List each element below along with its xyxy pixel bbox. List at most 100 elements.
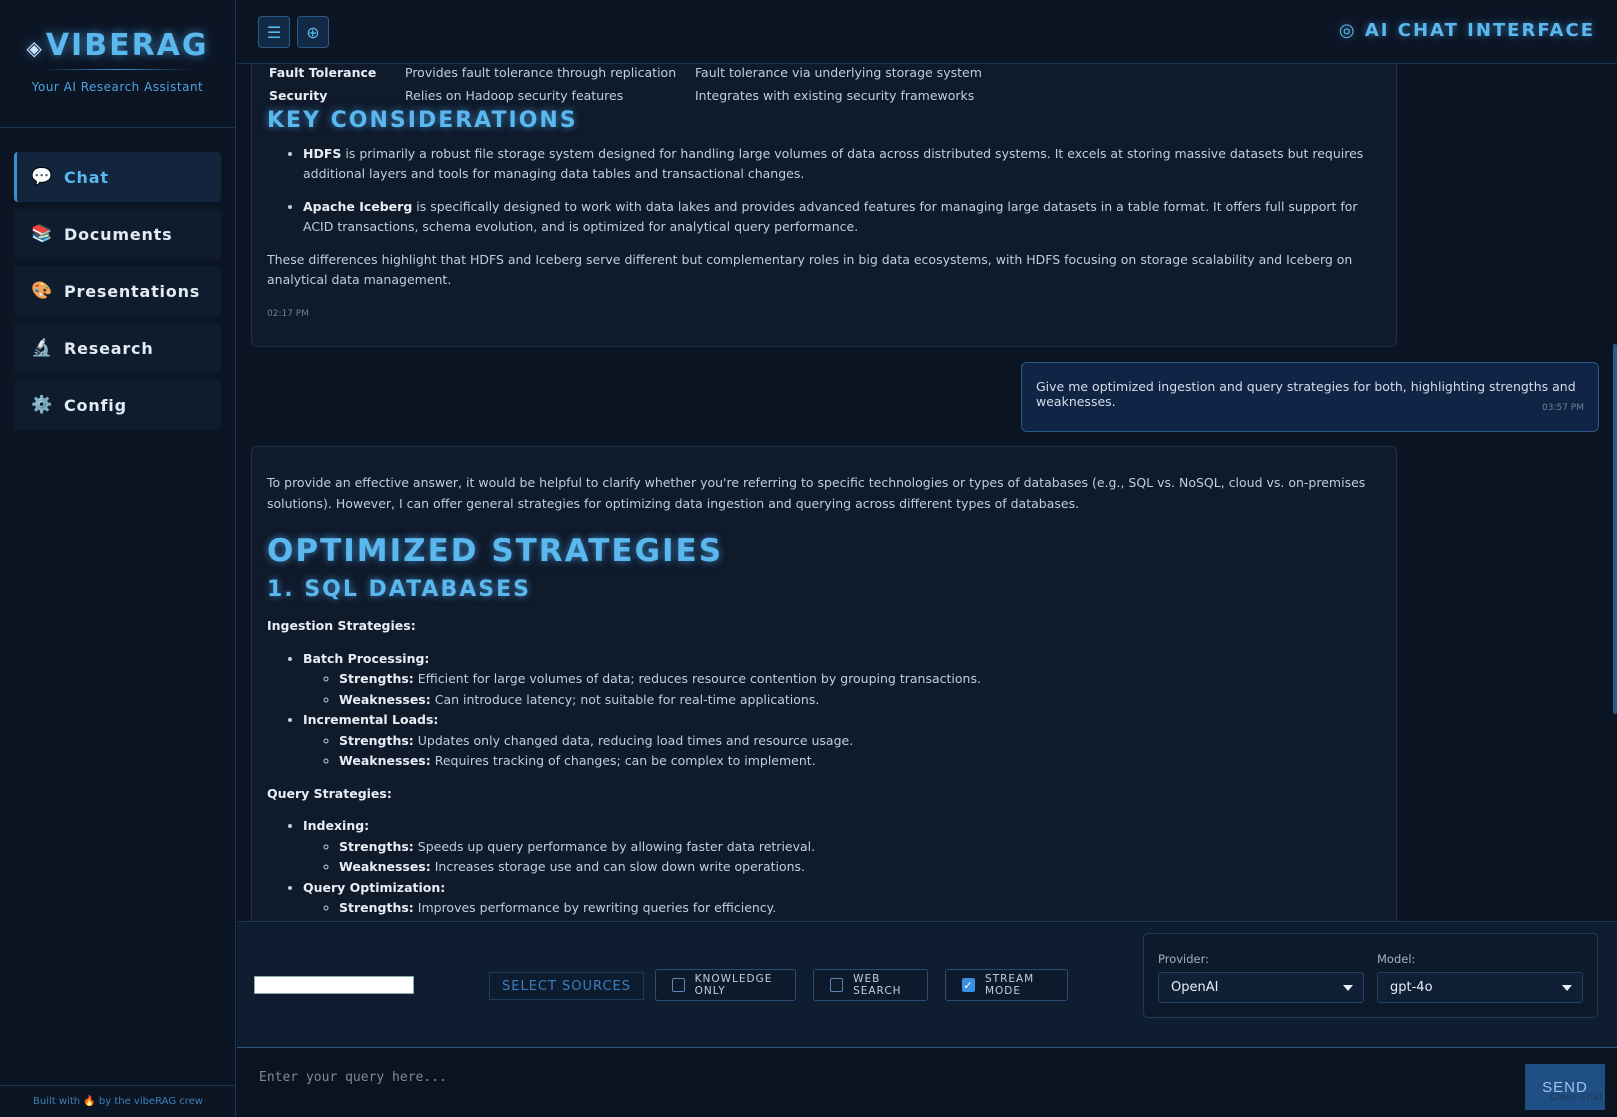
query-title: Query Strategies:	[267, 785, 392, 801]
chevron-down-icon	[1562, 985, 1572, 991]
bullet-list: Indexing: Strengths: Speeds up query per…	[267, 816, 1381, 919]
brand-name: VIBERAG	[45, 28, 209, 63]
bullet-list: HDFS is primarily a robust file storage …	[267, 144, 1381, 238]
sidebar-item-research[interactable]: 🔬 Research	[14, 323, 221, 373]
list-item: Apache Iceberg is specifically designed …	[303, 197, 1381, 238]
books-icon: 📚	[31, 224, 53, 244]
list-item: Query Optimization: Strengths: Improves …	[303, 878, 1381, 919]
list-item-text: Can introduce latency; not suitable for …	[434, 691, 820, 707]
table-cell: Fault Tolerance	[269, 65, 377, 81]
gear-icon: ⚙️	[31, 395, 53, 415]
list-item: Weaknesses: Requires tracking of changes…	[339, 751, 1381, 772]
list-item-text: Requires tracking of changes; can be com…	[434, 753, 816, 768]
intro-paragraph: To provide an effective answer, it would…	[267, 475, 1366, 511]
plus-circle-icon: ⊕	[306, 22, 320, 42]
list-item-strong: Apache Iceberg	[303, 198, 413, 214]
table-cell: Relies on Hadoop security features	[405, 88, 624, 104]
brand-divider	[42, 69, 193, 70]
sidebar-item-presentations[interactable]: 🎨 Presentations	[14, 266, 221, 316]
toggle-label: KNOWLEDGE ONLY	[694, 973, 773, 997]
table-row: Security Relies on Hadoop security featu…	[267, 85, 1381, 108]
table-row: Fault Tolerance Provides fault tolerance…	[267, 64, 1381, 85]
toggle-label: WEB SEARCH	[853, 973, 902, 997]
sidebar-item-documents[interactable]: 📚 Documents	[14, 209, 221, 259]
brand-subtitle: Your AI Research Assistant	[31, 80, 204, 94]
list-item-text: Improves performance by rewriting querie…	[417, 900, 777, 915]
table-cell: Security	[269, 88, 328, 104]
sub-list: Strengths: Speeds up query performance b…	[303, 837, 1381, 878]
summary-paragraph: These differences highlight that HDFS an…	[267, 251, 1353, 288]
checkbox-icon	[830, 978, 844, 992]
sidebar-item-chat[interactable]: 💬 Chat	[14, 152, 221, 202]
sidebar-nav: 💬 Chat 📚 Documents 🎨 Presentations 🔬 Res…	[0, 128, 235, 430]
web-search-toggle[interactable]: WEB SEARCH	[813, 969, 928, 1001]
new-chat-button[interactable]: ⊕	[297, 16, 329, 48]
strengths-label: Strengths:	[339, 671, 414, 686]
chevron-down-icon	[1343, 985, 1353, 991]
list-item: Strengths: Updates only changed data, re…	[339, 731, 1381, 752]
top-bar: ☰ ⊕ ◎ AI CHAT INTERFACE	[237, 0, 1617, 64]
clear-chat-button[interactable]: Clear Chat	[1550, 1092, 1603, 1103]
weaknesses-label: Weaknesses:	[339, 859, 431, 874]
list-item: Indexing: Strengths: Speeds up query per…	[303, 816, 1381, 878]
checkbox-icon	[672, 978, 685, 992]
section-heading: OPTIMIZED STRATEGIES	[267, 533, 724, 569]
brand-logo: ◈VIBERAG	[0, 28, 235, 63]
input-bar: SEND Clear Chat	[237, 1047, 1617, 1117]
list-item: Weaknesses: Can introduce latency; not s…	[339, 690, 1381, 711]
table-cell: Fault tolerance via underlying storage s…	[695, 65, 982, 81]
brand: ◈VIBERAG Your AI Research Assistant	[0, 0, 235, 128]
section-heading: KEY CONSIDERATIONS	[267, 108, 578, 133]
model-label: Model:	[1377, 952, 1416, 966]
user-message: Give me optimized ingestion and query st…	[1021, 362, 1599, 432]
knowledge-only-toggle[interactable]: KNOWLEDGE ONLY	[655, 969, 796, 1001]
microscope-icon: 🔬	[31, 338, 53, 358]
sidebar-item-config[interactable]: ⚙️ Config	[14, 380, 221, 430]
list-item-strong: Batch Processing:	[303, 650, 430, 666]
layers-icon: ◈	[26, 36, 44, 60]
list-item-text: Increases storage use and can slow down …	[434, 859, 806, 874]
provider-value: OpenAI	[1171, 980, 1219, 995]
provider-select[interactable]: OpenAI	[1158, 972, 1364, 1003]
bullet-list: Batch Processing: Strengths: Efficient f…	[267, 649, 1381, 772]
subsection-heading: 1. SQL DATABASES	[267, 577, 531, 602]
page-title-text: AI CHAT INTERFACE	[1364, 20, 1595, 41]
source-selector-box[interactable]	[254, 976, 414, 994]
target-icon: ◎	[1338, 20, 1365, 41]
chat-bubble-icon: 💬	[31, 167, 53, 187]
assistant-message: Fault Tolerance Provides fault tolerance…	[251, 64, 1397, 347]
sidebar-item-label: Documents	[64, 224, 173, 244]
sidebar: ◈VIBERAG Your AI Research Assistant 💬 Ch…	[0, 0, 236, 1117]
sidebar-item-label: Chat	[64, 167, 109, 187]
assistant-message: To provide an effective answer, it would…	[251, 446, 1397, 921]
sidebar-footer: Built with 🔥 by the vibeRAG crew	[0, 1085, 236, 1107]
query-input[interactable]	[259, 1064, 1459, 1090]
list-item: Strengths: Efficient for large volumes o…	[339, 669, 1381, 690]
list-item: Strengths: Improves performance by rewri…	[339, 898, 1381, 919]
provider-label: Provider:	[1158, 952, 1210, 966]
list-item-text: Efficient for large volumes of data; red…	[417, 671, 981, 686]
stream-mode-toggle[interactable]: ✓ STREAM MODE	[945, 969, 1068, 1001]
list-item: Batch Processing: Strengths: Efficient f…	[303, 649, 1381, 711]
sub-list: Strengths: Efficient for large volumes o…	[303, 669, 1381, 710]
list-item-strong: Indexing:	[303, 818, 370, 833]
page-title: ◎ AI CHAT INTERFACE	[1339, 20, 1595, 41]
sidebar-item-label: Config	[64, 395, 127, 415]
model-select[interactable]: gpt-4o	[1377, 972, 1583, 1003]
chat-scrollbar[interactable]	[1613, 344, 1617, 714]
sub-list: Strengths: Updates only changed data, re…	[303, 731, 1381, 772]
strengths-label: Strengths:	[339, 900, 414, 915]
send-button[interactable]: SEND	[1525, 1064, 1605, 1110]
ingestion-title: Ingestion Strategies:	[267, 618, 416, 633]
select-sources-button[interactable]: SELECT SOURCES	[489, 972, 644, 1000]
table-cell: Provides fault tolerance through replica…	[405, 65, 677, 81]
toggle-label: STREAM MODE	[984, 973, 1035, 997]
strengths-label: Strengths:	[339, 732, 414, 748]
chat-area: Fault Tolerance Provides fault tolerance…	[237, 64, 1617, 921]
list-toggle-button[interactable]: ☰	[258, 16, 290, 48]
chat-controls: SELECT SOURCES KNOWLEDGE ONLY WEB SEARCH…	[237, 921, 1617, 1047]
model-value: gpt-4o	[1390, 980, 1433, 995]
list-item-strong: HDFS	[303, 145, 342, 161]
weaknesses-label: Weaknesses:	[339, 691, 431, 707]
sub-list: Strengths: Improves performance by rewri…	[303, 898, 1381, 919]
